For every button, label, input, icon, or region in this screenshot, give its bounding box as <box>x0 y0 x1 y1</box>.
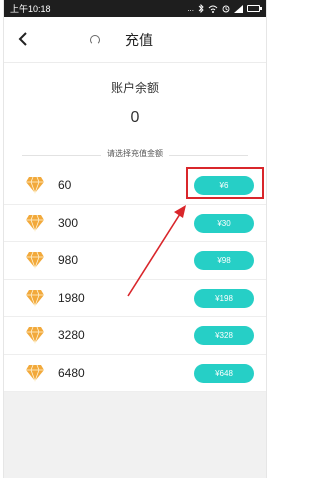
diamond-icon <box>26 289 44 307</box>
empty-bottom-area <box>4 392 266 478</box>
price-button[interactable]: ¥30 <box>194 213 254 233</box>
package-row[interactable]: 6480 ¥648 <box>4 355 266 392</box>
diamond-icon <box>26 364 44 382</box>
bluetooth-icon <box>198 4 204 13</box>
page-title: 充值 <box>125 32 153 48</box>
package-row[interactable]: 60 ¥6 <box>4 167 266 205</box>
wifi-icon <box>208 5 218 13</box>
battery-icon <box>247 5 262 12</box>
alarm-icon <box>222 5 230 12</box>
status-indicators: ... <box>187 4 194 13</box>
package-row[interactable]: 3280 ¥328 <box>4 317 266 355</box>
package-row[interactable]: 300 ¥30 <box>4 205 266 242</box>
balance-label: 账户余额 <box>110 81 159 95</box>
price-button[interactable]: ¥328 <box>194 326 254 345</box>
diamond-icon <box>26 326 44 344</box>
price-button[interactable]: ¥98 <box>194 251 254 270</box>
diamond-icon <box>26 214 44 232</box>
package-amount: 300 <box>58 215 79 230</box>
price-button[interactable]: ¥6 <box>194 176 254 195</box>
package-row[interactable]: 1980 ¥198 <box>4 280 266 317</box>
status-icons: ... <box>187 4 262 13</box>
status-bar: 上午10:18 ... <box>4 0 266 17</box>
price-button[interactable]: ¥198 <box>194 288 254 308</box>
status-time: 上午10:18 <box>10 4 51 14</box>
package-list: 60 ¥6 300 ¥30 980 ¥98 1980 ¥198 3280 ¥32… <box>4 167 266 392</box>
choose-amount-header: 请选择充值金额 <box>4 143 266 168</box>
package-amount: 60 <box>58 178 72 192</box>
package-amount: 1980 <box>58 290 85 305</box>
price-button[interactable]: ¥648 <box>194 363 254 383</box>
diamond-icon <box>26 251 44 269</box>
balance-section: 账户余额 0 <box>4 63 266 143</box>
diamond-icon <box>26 176 44 194</box>
package-row[interactable]: 980 ¥98 <box>4 242 266 280</box>
signal-icon <box>234 4 243 13</box>
package-amount: 980 <box>58 253 79 267</box>
package-amount: 6480 <box>58 365 85 380</box>
nav-bar: 充值 <box>4 17 266 63</box>
balance-value: 0 <box>130 109 140 126</box>
package-amount: 3280 <box>58 328 85 342</box>
phone-screen: 上午10:18 ... 充值 账户余额 0 请选择充值金额 60 ¥6 300 … <box>3 0 267 478</box>
choose-amount-label: 请选择充值金额 <box>101 148 169 159</box>
